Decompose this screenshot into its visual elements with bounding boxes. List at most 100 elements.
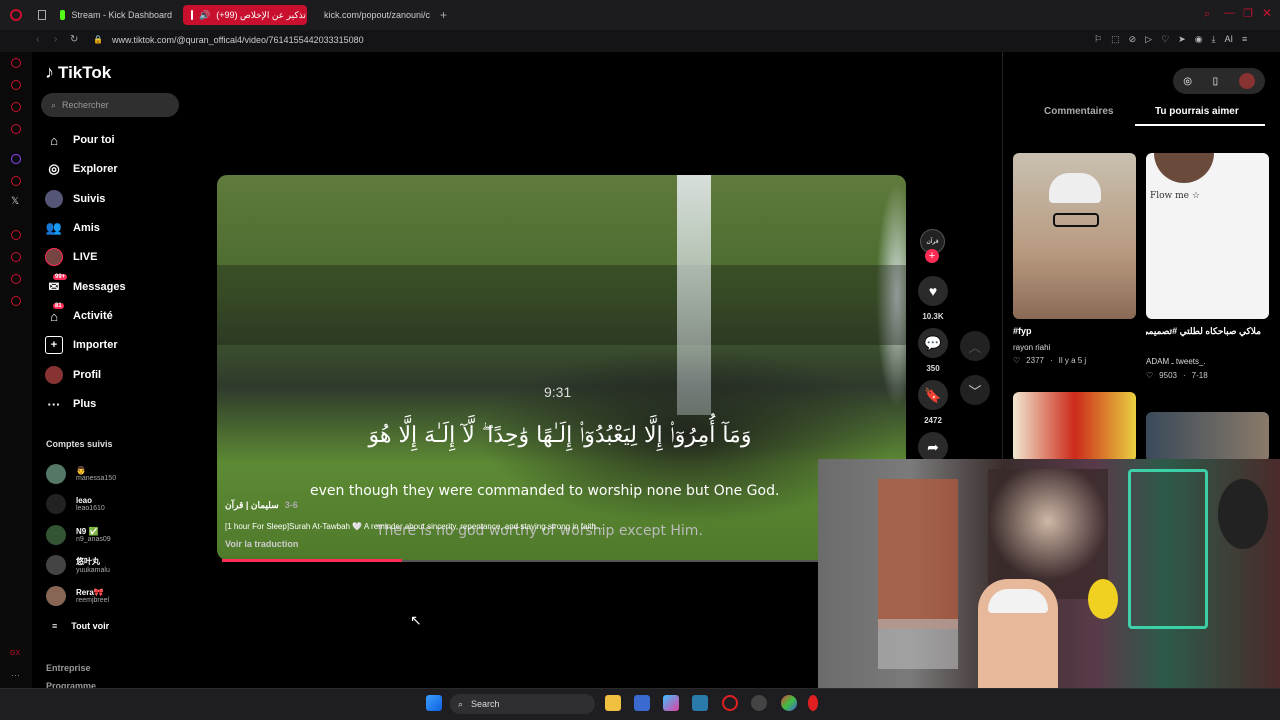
phone-icon[interactable]: ▯	[1213, 76, 1219, 87]
adblock-icon[interactable]: ⊘	[1129, 34, 1137, 45]
taskbar-search[interactable]: ⌕ Search	[450, 694, 595, 714]
previous-video-button[interactable]: ︿	[960, 331, 990, 361]
maximize-button[interactable]: ❐	[1243, 7, 1253, 20]
nav-item-following[interactable]: Suivis	[45, 188, 105, 210]
nav-item-more[interactable]: ··· Plus	[45, 393, 97, 415]
calculator-icon[interactable]	[692, 695, 708, 711]
follow-button[interactable]: +	[925, 249, 939, 263]
x-icon[interactable]: 𝕏	[11, 196, 19, 207]
tiktok-logo[interactable]: ♪ TikTok	[45, 62, 111, 83]
recommendation-thumbnail[interactable]	[1013, 392, 1136, 462]
nav-item-activity[interactable]: ⌂ 81 Activité	[45, 303, 113, 327]
clock-icon[interactable]	[11, 252, 21, 262]
comment-button[interactable]: 💬	[918, 328, 948, 358]
tab-comments[interactable]: Commentaires	[1044, 106, 1113, 117]
recommendation-title[interactable]: #fyp	[1013, 326, 1128, 336]
ai-button[interactable]: AI	[1225, 34, 1234, 45]
store-icon[interactable]	[634, 695, 650, 711]
messenger-icon[interactable]	[11, 102, 21, 112]
followed-account[interactable]: leao leao1610	[46, 492, 105, 516]
nav-item-friends[interactable]: 👥 Amis	[45, 217, 100, 239]
chrome-icon[interactable]	[781, 695, 797, 711]
next-video-button[interactable]: ﹀	[960, 375, 990, 405]
recommendation-user[interactable]: rayon riahi	[1013, 343, 1050, 352]
video-author[interactable]: سليمان | قرآن 3-6	[225, 500, 298, 511]
friends-icon: 👥	[45, 220, 63, 235]
forward-button[interactable]: ›	[54, 34, 57, 45]
see-all-button[interactable]: ≡ Tout voir	[52, 621, 109, 631]
gx-icon[interactable]: GX	[10, 650, 20, 657]
browser-tab-bar: Stream - Kick Dashboard 🔊 (+99) تذكير عن…	[0, 0, 1280, 30]
nav-item-for-you[interactable]: ⌂ Pour toi	[45, 129, 115, 151]
lightbulb-icon[interactable]	[11, 274, 21, 284]
like-count: 10.3K	[922, 312, 944, 321]
followed-account[interactable]: 👨 manessa150	[46, 462, 116, 486]
reload-button[interactable]: ↻	[70, 34, 78, 45]
recommendation-thumbnail[interactable]: Flow me ☆	[1146, 153, 1269, 319]
bookmark-icon[interactable]: ⚐	[1094, 34, 1102, 45]
opera-gx-icon[interactable]	[808, 695, 818, 711]
windows-start-icon[interactable]	[426, 695, 442, 711]
profile-icon[interactable]: ◉	[1195, 34, 1203, 45]
recommendation-thumbnail[interactable]	[1146, 412, 1269, 462]
tab-kick-dashboard[interactable]: Stream - Kick Dashboard	[52, 5, 180, 25]
minimize-button[interactable]: —	[1224, 7, 1235, 19]
search-input[interactable]: ⌕ Rechercher	[41, 93, 179, 117]
lock-icon: 🔒	[93, 35, 103, 44]
avatar[interactable]	[1238, 73, 1255, 89]
followed-account[interactable]: Rera🎀 reemjbreel	[46, 584, 109, 608]
screenshot-icon[interactable]: ⬚	[1111, 34, 1120, 45]
twitch-icon[interactable]	[11, 154, 21, 164]
recommendation-title[interactable]: ملاكي صباحكاه لطلتي #تصميمي 🎬 🎶 #تصاميم_…	[1146, 326, 1261, 337]
save-button[interactable]: 🔖	[918, 380, 948, 410]
followed-account[interactable]: 悠叶丸 yuukamalu	[46, 553, 110, 577]
nav-item-upload[interactable]: + Importer	[45, 334, 118, 356]
more-dots-icon[interactable]: ···	[11, 670, 20, 680]
history-icon[interactable]	[11, 58, 21, 68]
settings-icon[interactable]	[11, 296, 21, 306]
list-icon: ≡	[52, 621, 58, 631]
send-icon[interactable]: ➤	[1178, 34, 1186, 45]
avatar	[46, 555, 66, 575]
tiktok-icon	[191, 10, 193, 20]
nav-item-profile[interactable]: Profil	[45, 364, 101, 386]
search-tabs-icon[interactable]: ⌕	[1204, 8, 1210, 21]
tab-kick-popout[interactable]: kick.com/popout/zanouni/c	[310, 5, 436, 25]
recommendation-meta: ♡ 2377 · Il y a 5 j	[1013, 356, 1087, 365]
steam-icon[interactable]	[751, 695, 767, 711]
play-icon[interactable]: ▷	[1145, 34, 1152, 45]
footer-link[interactable]: Entreprise	[46, 663, 91, 673]
compass-icon[interactable]: ◎	[1183, 76, 1192, 87]
youtube-icon[interactable]	[11, 124, 21, 134]
tab-tiktok[interactable]: 🔊 (+99) تذكير عن الإخلاص	[183, 5, 307, 25]
file-explorer-icon[interactable]	[605, 695, 621, 711]
opera-icon[interactable]	[722, 695, 738, 711]
nav-item-explore[interactable]: ◎ Explorer	[45, 158, 117, 180]
following-accounts-title: Comptes suivis	[46, 439, 113, 449]
new-tab-button[interactable]: +	[440, 8, 447, 22]
copilot-icon[interactable]	[663, 695, 679, 711]
player-icon[interactable]	[11, 230, 21, 240]
opera-logo-icon[interactable]	[10, 9, 22, 21]
recommendation-thumbnail[interactable]	[1013, 153, 1136, 319]
menu-icon[interactable]: ≡	[1242, 34, 1247, 45]
aria-icon[interactable]	[11, 80, 21, 90]
url-field[interactable]: www.tiktok.com/@quran_offical4/video/761…	[112, 35, 364, 45]
see-translation-button[interactable]: Voir la traduction	[225, 539, 298, 549]
recommendation-user[interactable]: ADAM ـ tweets_.	[1146, 357, 1206, 366]
back-button[interactable]: ‹	[36, 34, 39, 45]
heart-icon[interactable]: ♡	[1161, 34, 1169, 45]
share-button[interactable]: ➦	[918, 432, 948, 462]
close-window-button[interactable]: ✕	[1262, 6, 1272, 20]
tab-you-may-like[interactable]: Tu pourrais aimer	[1155, 106, 1239, 117]
nav-item-messages[interactable]: ✉ 99+ Messages	[45, 274, 126, 298]
speaker-icon[interactable]: 🔊	[199, 10, 210, 21]
nav-item-live[interactable]: LIVE	[45, 246, 97, 268]
like-button[interactable]: ♥	[918, 276, 948, 306]
video-player[interactable]	[217, 175, 906, 560]
download-icon[interactable]: ⤓	[1212, 34, 1216, 45]
author-name: سليمان | قرآن	[225, 500, 279, 510]
followed-account[interactable]: N9 ✅ n9_anas09	[46, 523, 111, 547]
recommendation-meta: ♡ 9503 · 7-18	[1146, 371, 1208, 380]
percent-icon[interactable]	[11, 176, 21, 186]
